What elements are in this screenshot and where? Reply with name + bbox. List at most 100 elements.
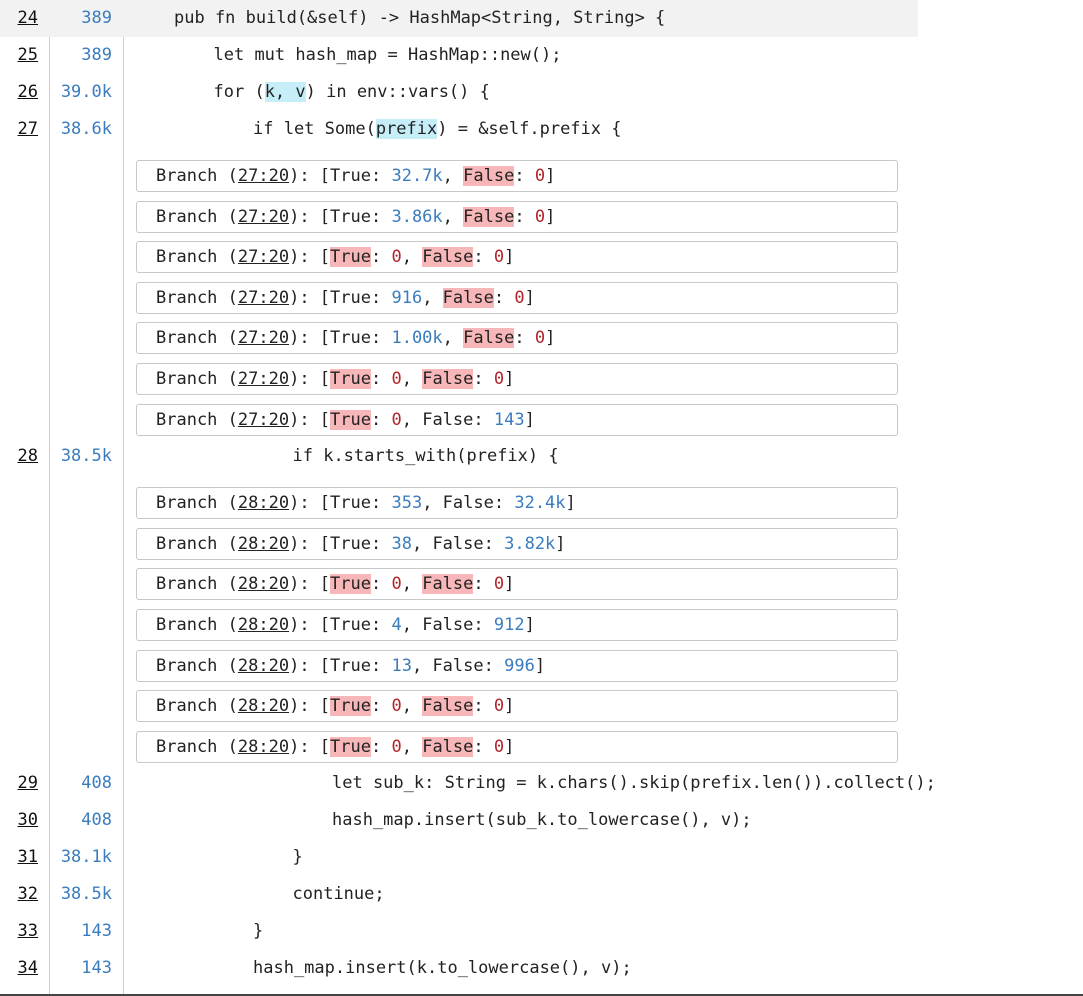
branch-location-link[interactable]: 28:20 (238, 696, 289, 716)
branch-separator: : (370, 696, 392, 717)
branch-separator: ): [ (289, 409, 331, 430)
true-label: True (330, 533, 371, 554)
execution-count: 389 (81, 8, 112, 28)
branch-separator: : (514, 328, 535, 349)
line-number-link[interactable]: 26 (0, 74, 38, 111)
branch-summary: Branch (28:20): [True: 353, False: 32.4k… (156, 488, 576, 518)
execution-count: 38.5k (60, 884, 112, 905)
line-number-link[interactable]: 27 (0, 111, 38, 148)
branch-location-link[interactable]: 27:20 (238, 166, 289, 186)
branch-separator: : (473, 409, 494, 430)
false-label: False (422, 615, 474, 635)
source-code: pub fn build(&self) -> HashMap<String, S… (174, 8, 666, 28)
execution-count: 38.5k (60, 446, 112, 467)
branch-location-link[interactable]: 28:20 (238, 737, 289, 757)
branch-summary: Branch (27:20): [True: 3.86k, False: 0] (156, 202, 555, 232)
false-label: False (422, 369, 474, 389)
source-code: let sub_k: String = k.chars().skip(prefi… (332, 773, 936, 794)
branch-location-link[interactable]: 27:20 (238, 410, 289, 430)
true-label: True (330, 655, 371, 676)
branch-label: Branch ( (156, 696, 238, 717)
branch-separator: : (473, 696, 494, 717)
branch-separator: ): [ (289, 493, 331, 514)
branch-separator: ] (504, 247, 515, 268)
branch-location-link[interactable]: 28:20 (238, 493, 289, 513)
line-number-link[interactable]: 28 (0, 438, 38, 475)
line-number-link[interactable]: 25 (0, 37, 38, 74)
branch-label: Branch ( (156, 655, 238, 676)
source-code: if let Some(prefix) = &self.prefix { (253, 111, 621, 148)
branch-separator: ] (504, 574, 515, 595)
true-count: 3.86k (391, 206, 443, 227)
code-token: for ( (213, 82, 265, 102)
branch-label: Branch ( (156, 369, 238, 389)
code-line-28: 28 38.5k if k.starts_with(prefix) { (0, 438, 1083, 475)
true-label: True (330, 574, 371, 595)
branch-separator: : (370, 409, 392, 430)
branch-location-link[interactable]: 28:20 (238, 534, 289, 554)
false-label: False (422, 574, 474, 595)
branch-summary: Branch (28:20): [True: 13, False: 996] (156, 651, 545, 681)
branch-label: Branch ( (156, 247, 238, 268)
execution-count: 389 (81, 45, 112, 65)
false-count: 0 (493, 369, 505, 389)
source-code: } (292, 847, 303, 868)
branch-separator: ] (504, 696, 515, 717)
true-label: True (330, 493, 371, 514)
branch-label: Branch ( (156, 206, 238, 227)
true-count: 38 (391, 533, 412, 554)
code-token: ) = &self.prefix { (437, 119, 622, 139)
line-number-link[interactable]: 30 (0, 802, 38, 839)
branch-summary: Branch (27:20): [True: 0, False: 0] (156, 364, 514, 394)
branch-summary: Branch (28:20): [True: 0, False: 0] (156, 691, 514, 721)
branch-separator: : (473, 736, 494, 757)
true-label: True (330, 247, 371, 268)
true-label: True (330, 166, 371, 186)
branch-separator: : (473, 369, 494, 389)
source-code: if k.starts_with(prefix) { (292, 446, 559, 467)
branch-location-link[interactable]: 27:20 (238, 369, 289, 389)
branch-separator: : (370, 287, 392, 308)
true-label: True (330, 206, 371, 227)
branch-separator: ] (545, 206, 556, 227)
false-count: 0 (493, 247, 505, 268)
false-count: 0 (493, 736, 505, 757)
branch-separator: ] (545, 166, 556, 186)
line-number-link[interactable]: 33 (0, 913, 38, 950)
branch-separator: ): [ (289, 166, 331, 186)
branch-box: Branch (28:20): [True: 38, False: 3.82k] (136, 527, 898, 560)
true-count: 1.00k (391, 328, 443, 349)
source-code: hash_map.insert(sub_k.to_lowercase(), v)… (332, 810, 752, 831)
line-number-link[interactable]: 34 (0, 950, 38, 987)
true-label: True (330, 736, 371, 757)
branch-separator: ] (565, 493, 576, 514)
branch-separator: ): [ (289, 655, 331, 676)
branch-label: Branch ( (156, 574, 238, 595)
branch-location-link[interactable]: 27:20 (238, 207, 289, 227)
true-label: True (330, 409, 371, 430)
branch-box: Branch (27:20): [True: 0, False: 143] (136, 403, 898, 436)
branch-box: Branch (27:20): [True: 1.00k, False: 0] (136, 322, 898, 355)
hovered-token: prefix (375, 119, 438, 139)
execution-count: 143 (81, 958, 112, 979)
branch-location-link[interactable]: 28:20 (238, 574, 289, 594)
branch-separator: , (422, 287, 443, 308)
branch-location-link[interactable]: 27:20 (238, 288, 289, 308)
branch-location-link[interactable]: 28:20 (238, 656, 289, 676)
line-number-link[interactable]: 24 (0, 0, 38, 37)
true-count: 0 (391, 696, 402, 717)
code-line-32: 32 38.5k continue; (0, 876, 1083, 913)
line-number-link[interactable]: 29 (0, 765, 38, 802)
branch-separator: , (401, 615, 423, 635)
branch-label: Branch ( (156, 409, 238, 430)
branch-location-link[interactable]: 27:20 (238, 247, 289, 267)
branch-location-link[interactable]: 27:20 (238, 328, 289, 348)
branch-separator: ] (555, 533, 566, 554)
branch-separator: : (370, 533, 392, 554)
false-label: False (422, 696, 474, 717)
branch-location-link[interactable]: 28:20 (238, 615, 289, 635)
execution-count: 143 (81, 921, 112, 942)
branch-label: Branch ( (156, 615, 238, 635)
line-number-link[interactable]: 32 (0, 876, 38, 913)
line-number-link[interactable]: 31 (0, 839, 38, 876)
